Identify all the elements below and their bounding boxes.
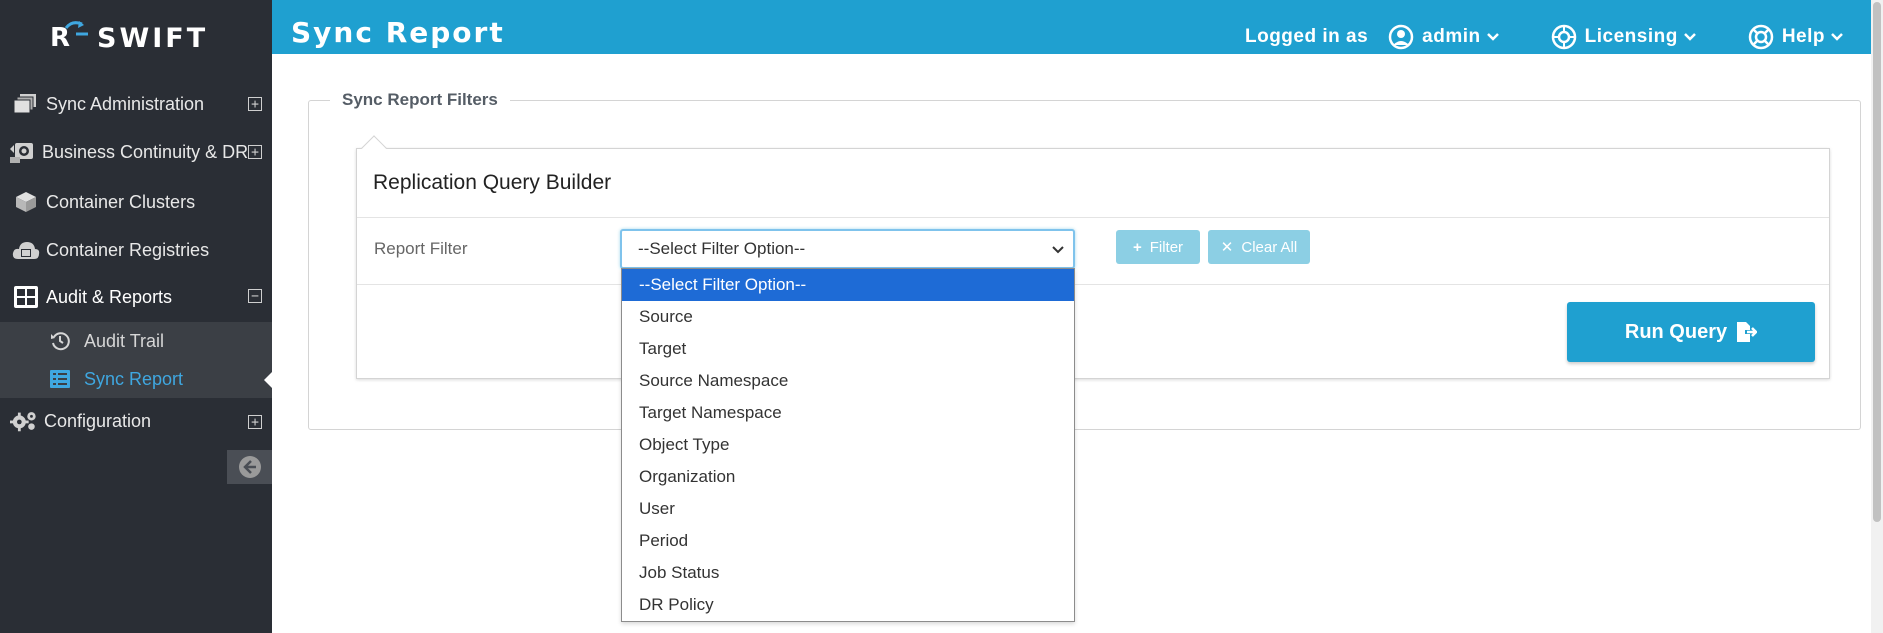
filter-option[interactable]: Source xyxy=(622,301,1074,333)
filter-option[interactable]: Job Status xyxy=(622,557,1074,589)
clear-all-button[interactable]: ✕ Clear All xyxy=(1208,230,1310,264)
sidebar-item-container-clusters[interactable]: Container Clusters xyxy=(0,176,272,228)
filter-option[interactable]: Object Type xyxy=(622,429,1074,461)
select-value: --Select Filter Option-- xyxy=(638,239,806,258)
filter-options-dropdown: --Select Filter Option-- Source Target S… xyxy=(621,268,1075,622)
filter-option[interactable]: Target Namespace xyxy=(622,397,1074,429)
grid-icon xyxy=(12,283,40,311)
help-menu[interactable]: Help xyxy=(1748,24,1851,50)
close-icon: ✕ xyxy=(1220,239,1234,256)
history-icon xyxy=(48,329,72,353)
sidebar-item-container-registries[interactable]: Container Registries xyxy=(0,228,272,272)
chevron-down-icon xyxy=(1486,33,1499,41)
page-scrollbar[interactable] xyxy=(1871,0,1883,633)
logged-in-label: Logged in as xyxy=(1244,26,1369,47)
back-arrow-icon xyxy=(238,456,261,478)
cloud-box-icon xyxy=(12,236,40,264)
sidebar-item-audit-trail[interactable]: Audit Trail xyxy=(0,322,272,360)
chevron-down-icon xyxy=(1052,246,1064,254)
divider xyxy=(357,284,1829,285)
sidebar-item-sync-report[interactable]: Sync Report xyxy=(0,360,272,398)
collapse-sidebar-button[interactable] xyxy=(227,450,272,484)
report-filter-label: Report Filter xyxy=(374,239,468,258)
chevron-down-icon xyxy=(1831,33,1843,41)
clear-all-label: Clear All xyxy=(1241,238,1298,256)
filters-legend: Sync Report Filters xyxy=(330,90,510,110)
filter-option[interactable]: User xyxy=(622,493,1074,525)
expand-icon[interactable]: + xyxy=(248,97,262,111)
sidebar-item-configuration[interactable]: Configuration + xyxy=(0,398,272,444)
report-filter-select[interactable]: --Select Filter Option-- xyxy=(620,229,1075,269)
list-icon xyxy=(48,367,72,391)
expand-icon[interactable]: + xyxy=(248,145,262,159)
sidebar-item-label: Sync Administration xyxy=(46,93,205,114)
page-title: Sync Report xyxy=(291,16,505,49)
licensing-icon xyxy=(1551,24,1576,50)
help-label: Help xyxy=(1781,26,1825,47)
header-user-area: Logged in as admin Licensing Help xyxy=(1245,24,1851,50)
sidebar-item-label: Audit Trail xyxy=(84,330,165,351)
file-export-icon xyxy=(1737,322,1758,342)
logo-arrow-icon xyxy=(64,21,88,36)
filter-button-label: Filter xyxy=(1149,238,1184,256)
logo-text: SWIFT xyxy=(97,22,209,54)
filter-option[interactable]: DR Policy xyxy=(622,589,1074,621)
sidebar-nav: Sync Administration + Business Continuit… xyxy=(0,80,272,444)
filter-option[interactable]: Period xyxy=(622,525,1074,557)
app-logo[interactable]: R SWIFT xyxy=(50,18,208,58)
licensing-menu[interactable]: Licensing xyxy=(1551,24,1704,50)
run-query-label: Run Query xyxy=(1624,320,1728,343)
user-icon xyxy=(1388,24,1414,50)
sidebar: R SWIFT Sync Administration + Business C… xyxy=(0,0,272,633)
plus-icon: + xyxy=(1132,238,1142,256)
chevron-down-icon xyxy=(1683,33,1696,41)
sidebar-item-audit-reports[interactable]: Audit & Reports − xyxy=(0,272,272,322)
recovery-icon xyxy=(8,138,36,166)
filter-option[interactable]: --Select Filter Option-- xyxy=(622,269,1074,301)
filter-option[interactable]: Target xyxy=(622,333,1074,365)
divider xyxy=(357,217,1829,218)
expand-icon[interactable]: + xyxy=(248,415,262,429)
audit-reports-submenu: Audit Trail Sync Report xyxy=(0,322,272,398)
sidebar-item-business-continuity[interactable]: Business Continuity & DR + xyxy=(0,128,272,176)
licensing-label: Licensing xyxy=(1584,26,1678,47)
scrollbar-thumb[interactable] xyxy=(1873,2,1881,522)
sidebar-item-label: Business Continuity & DR xyxy=(42,141,249,162)
filter-option[interactable]: Organization xyxy=(622,461,1074,493)
run-query-button[interactable]: Run Query xyxy=(1567,302,1815,362)
collapse-icon[interactable]: − xyxy=(248,289,262,303)
user-menu[interactable]: admin xyxy=(1388,24,1506,50)
layers-icon xyxy=(12,90,40,118)
help-lifebuoy-icon xyxy=(1748,24,1774,50)
sidebar-item-label: Container Registries xyxy=(46,239,210,260)
sidebar-item-label: Audit & Reports xyxy=(46,286,173,307)
filter-option[interactable]: Source Namespace xyxy=(622,365,1074,397)
query-builder-title: Replication Query Builder xyxy=(373,171,612,194)
sidebar-item-sync-administration[interactable]: Sync Administration + xyxy=(0,80,272,128)
sidebar-item-label: Configuration xyxy=(44,410,152,431)
filter-button[interactable]: + Filter xyxy=(1116,230,1200,264)
top-header: Sync Report Logged in as admin Licensing… xyxy=(272,0,1871,54)
sidebar-item-label: Sync Report xyxy=(84,368,184,389)
gears-icon xyxy=(10,407,38,435)
user-name: admin xyxy=(1422,26,1481,47)
cube-icon xyxy=(12,188,40,216)
sidebar-item-label: Container Clusters xyxy=(46,191,196,212)
